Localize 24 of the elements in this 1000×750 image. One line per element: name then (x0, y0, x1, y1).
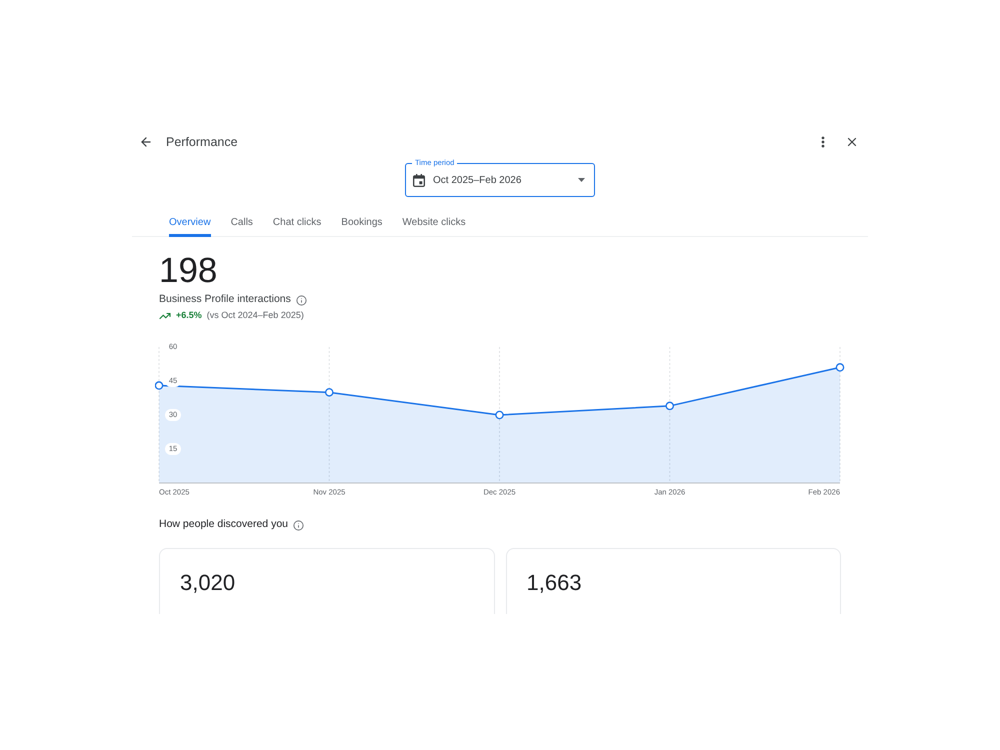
data-point[interactable] (666, 402, 674, 410)
tab[interactable]: Calls (230, 208, 253, 237)
time-period-value: Oct 2025–Feb 2026 (433, 174, 522, 188)
interactions-total: 198 (159, 251, 218, 291)
comparison-period: (vs Oct 2024–Feb 2025) (206, 309, 304, 322)
change-percentage: +6.5% (176, 309, 202, 322)
interactions-label: Business Profile interactions (159, 292, 291, 308)
tab[interactable]: Website clicks (402, 208, 466, 237)
info-icon[interactable] (296, 294, 307, 306)
data-point[interactable] (155, 381, 164, 390)
info-icon[interactable] (293, 520, 304, 530)
close-icon (845, 135, 859, 149)
data-point[interactable] (836, 363, 844, 372)
data-point[interactable] (495, 410, 504, 420)
tab[interactable]: Chat clicks (272, 208, 322, 237)
metric-value: 1,663 (526, 570, 582, 595)
calendar-icon (413, 174, 425, 186)
tab[interactable]: Bookings (341, 208, 382, 237)
section-heading: How people discovered you (159, 517, 288, 532)
page-title: Performance (166, 134, 238, 151)
tab[interactable]: Overview (169, 208, 211, 237)
data-point[interactable] (325, 388, 334, 397)
dropdown-caret-icon (578, 178, 585, 182)
metric-value: 3,020 (180, 570, 236, 595)
